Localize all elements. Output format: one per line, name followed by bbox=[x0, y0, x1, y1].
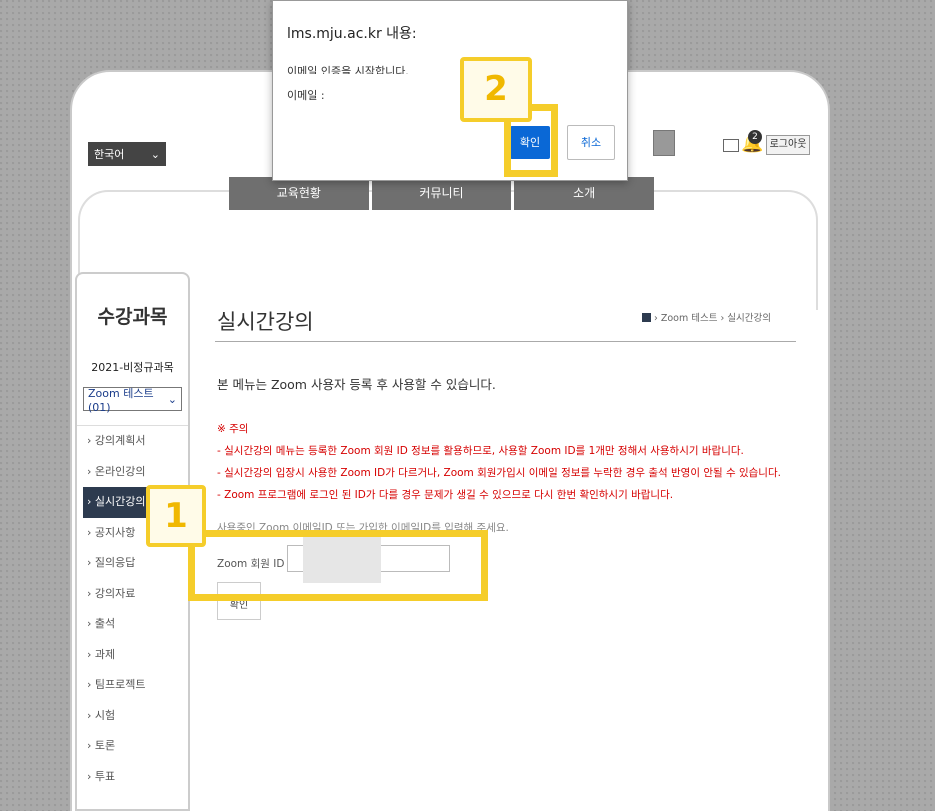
dialog-cancel-button[interactable]: 취소 bbox=[567, 125, 615, 160]
home-icon[interactable] bbox=[642, 312, 651, 322]
confirm-dialog: lms.mju.ac.kr 내용: 이메일 인증을 시작합니다. 이메일 : 확… bbox=[272, 0, 628, 181]
title-divider bbox=[215, 341, 796, 342]
dialog-title: lms.mju.ac.kr 내용: bbox=[287, 26, 417, 42]
gnb-item-community[interactable]: 커뮤니티 bbox=[371, 177, 512, 210]
sidebar-item-vote[interactable]: › 투표 bbox=[77, 762, 188, 793]
callout-step-2: 2 bbox=[460, 57, 532, 122]
user-avatar-icon[interactable] bbox=[653, 130, 675, 156]
dialog-message: 이메일 인증을 시작합니다. bbox=[287, 65, 409, 74]
sidebar-item-materials[interactable]: › 강의자료 bbox=[77, 579, 188, 610]
sidebar-title: 수강과목 bbox=[97, 306, 168, 328]
sidebar-item-online-lecture[interactable]: › 온라인강의 bbox=[77, 457, 188, 488]
notice-line: - 실시간강의 입장시 사용한 Zoom ID가 다르거나, Zoom 회원가입… bbox=[217, 467, 781, 479]
sidebar-item-attendance[interactable]: › 출석 bbox=[77, 609, 188, 640]
language-label: 한국어 bbox=[94, 148, 125, 161]
sidebar-item-team-project[interactable]: › 팀프로젝트 bbox=[77, 670, 188, 701]
page-title: 실시간강의 bbox=[217, 310, 314, 334]
global-nav: 교육현황 커뮤니티 소개 bbox=[229, 177, 655, 210]
intro-text: 본 메뉴는 Zoom 사용자 등록 후 사용할 수 있습니다. bbox=[217, 377, 496, 392]
notice-line: - Zoom 프로그램에 로그인 된 ID가 다를 경우 문제가 생길 수 있으… bbox=[217, 489, 674, 501]
sidebar-item-qna[interactable]: › 질의응답 bbox=[77, 548, 188, 579]
chevron-down-icon: ⌄ bbox=[167, 392, 177, 406]
course-select-value: Zoom 테스트(01) bbox=[88, 386, 154, 414]
chevron-down-icon: ⌄ bbox=[150, 147, 160, 161]
notice-block: ※ 주의 - 실시간강의 메뉴는 등록한 Zoom 회원 ID 정보를 활용하므… bbox=[217, 418, 781, 506]
gnb-item-about[interactable]: 소개 bbox=[514, 177, 655, 210]
sidebar-item-exam[interactable]: › 시험 bbox=[77, 701, 188, 732]
breadcrumb: › Zoom 테스트 › 실시간강의 bbox=[642, 310, 771, 324]
logout-button[interactable]: 로그아웃 bbox=[766, 135, 810, 155]
gnb-item-education[interactable]: 교육현황 bbox=[229, 177, 369, 210]
sidebar-item-discussion[interactable]: › 토론 bbox=[77, 731, 188, 762]
language-select[interactable]: 한국어 ⌄ bbox=[88, 142, 166, 166]
sidebar-item-assignment[interactable]: › 과제 bbox=[77, 640, 188, 671]
notification-badge: 2 bbox=[748, 130, 762, 144]
notice-heading: ※ 주의 bbox=[217, 423, 249, 435]
callout-highlight-input bbox=[188, 530, 488, 601]
dialog-email-line: 이메일 : bbox=[287, 89, 325, 102]
callout-step-1: 1 bbox=[146, 485, 206, 547]
sidebar-item-syllabus[interactable]: › 강의계획서 bbox=[77, 426, 188, 457]
course-select[interactable]: Zoom 테스트(01) ⌄ bbox=[83, 386, 182, 414]
breadcrumb-path: › Zoom 테스트 › 실시간강의 bbox=[654, 313, 771, 324]
mail-icon[interactable] bbox=[723, 139, 739, 152]
sidebar-menu: › 강의계획서 › 온라인강의 › 실시간강의 › 공지사항 › 질의응답 › … bbox=[77, 425, 188, 792]
redaction-mask bbox=[337, 82, 425, 104]
notice-line: - 실시간강의 메뉴는 등록한 Zoom 회원 ID 정보를 활용하므로, 사용… bbox=[217, 445, 744, 457]
sidebar-term: 2021-비정규과목 bbox=[91, 361, 174, 374]
